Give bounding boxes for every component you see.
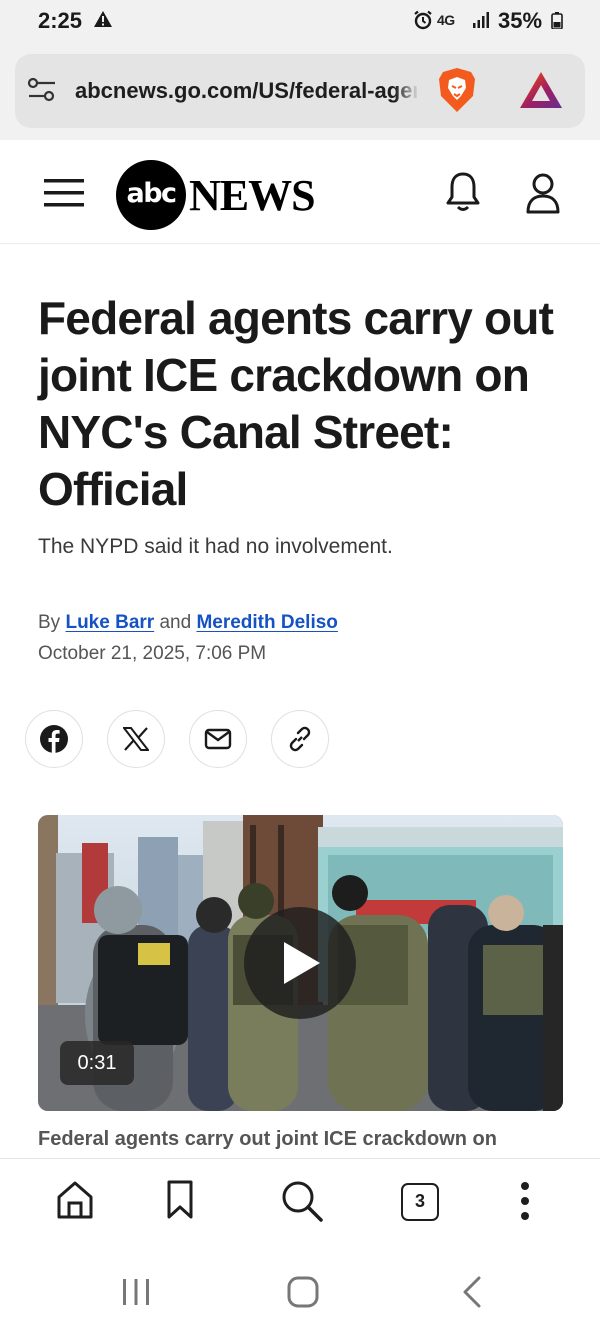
url-fade xyxy=(395,72,419,110)
share-x-button[interactable] xyxy=(107,710,165,768)
author-link-meredith-deliso[interactable]: Meredith Deliso xyxy=(196,612,337,633)
video-caption: Federal agents carry out joint ICE crack… xyxy=(38,1128,497,1150)
video-duration: 0:31 xyxy=(60,1041,134,1085)
article-subheadline: The NYPD said it had no involvement. xyxy=(38,535,393,558)
browser-bottom-bar: 3 xyxy=(0,1158,600,1248)
site-settings-icon[interactable] xyxy=(27,76,57,104)
site-header: abc NEWS xyxy=(0,140,600,244)
address-bar[interactable]: abcnews.go.com/US/federal-agents xyxy=(15,54,585,128)
warning-icon xyxy=(94,11,112,27)
logo-badge: abc xyxy=(116,160,186,230)
status-bar: 2:25 4G 35% xyxy=(0,0,600,40)
account-icon[interactable] xyxy=(524,172,562,214)
play-button[interactable] xyxy=(244,907,356,1019)
tab-switcher-button[interactable]: 3 xyxy=(401,1183,439,1221)
play-icon xyxy=(284,942,320,984)
byline-and: and xyxy=(159,612,192,633)
video-player[interactable]: 0:31 xyxy=(38,815,563,1111)
url-text[interactable]: abcnews.go.com/US/federal-agents xyxy=(75,78,417,104)
copy-link-button[interactable] xyxy=(271,710,329,768)
browser-toolbar: abcnews.go.com/US/federal-agents xyxy=(0,40,600,140)
system-home-icon[interactable] xyxy=(287,1276,319,1308)
recent-apps-icon[interactable] xyxy=(121,1276,151,1308)
publish-date: October 21, 2025, 7:06 PM xyxy=(38,643,267,664)
brave-rewards-icon[interactable] xyxy=(518,70,564,110)
network-type: 4G xyxy=(437,12,455,28)
more-menu-icon[interactable] xyxy=(519,1179,531,1223)
home-icon[interactable] xyxy=(55,1179,95,1221)
logo-wordmark: NEWS xyxy=(189,171,316,220)
status-time: 2:25 xyxy=(38,8,83,33)
article-headline: Federal agents carry out joint ICE crack… xyxy=(38,292,554,515)
byline: By Luke Barr and Meredith Deliso xyxy=(38,612,338,634)
email-icon xyxy=(204,728,232,750)
back-icon[interactable] xyxy=(461,1276,483,1308)
share-facebook-button[interactable] xyxy=(25,710,83,768)
brave-shield-icon[interactable] xyxy=(436,66,478,114)
author-link-luke-barr[interactable]: Luke Barr xyxy=(65,612,154,633)
notification-bell-icon[interactable] xyxy=(444,170,482,212)
battery-icon xyxy=(551,12,563,29)
share-email-button[interactable] xyxy=(189,710,247,768)
alarm-icon xyxy=(414,10,432,30)
byline-prefix: By xyxy=(38,612,61,633)
bookmark-icon[interactable] xyxy=(166,1179,194,1221)
search-icon[interactable] xyxy=(280,1179,324,1223)
signal-icon xyxy=(473,12,489,28)
battery-percent: 35% xyxy=(498,8,543,33)
x-icon xyxy=(123,727,149,751)
facebook-icon xyxy=(40,725,68,753)
menu-icon[interactable] xyxy=(44,178,84,208)
link-icon xyxy=(289,726,311,752)
system-navigation-bar xyxy=(0,1248,600,1338)
